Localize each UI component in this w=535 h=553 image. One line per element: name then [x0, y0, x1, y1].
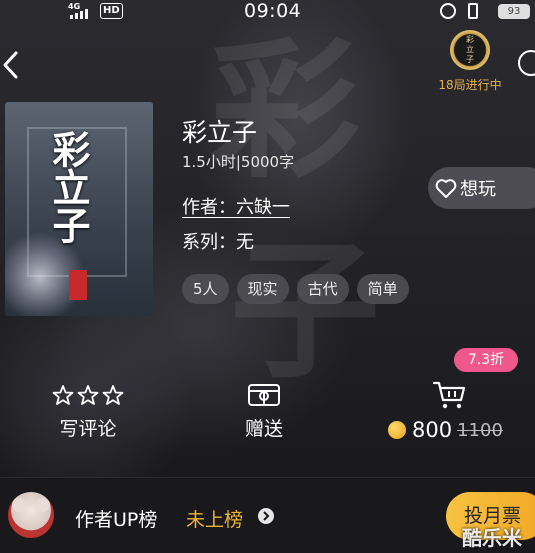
stars-icon	[46, 382, 130, 408]
tag-item[interactable]: 简单	[356, 274, 409, 304]
gift-button[interactable]: 赠送	[226, 382, 302, 441]
signal-icon	[70, 9, 88, 19]
gift-label: 赠送	[244, 418, 283, 440]
tag-item[interactable]: 5人	[182, 274, 229, 304]
game-progress-badge[interactable]: 彩 立 子 18局进行中	[430, 30, 510, 93]
alarm-icon	[440, 3, 456, 19]
status-time: 09:04	[244, 0, 302, 22]
price-display[interactable]: 800 1100	[388, 418, 503, 442]
battery-icon: 93	[498, 4, 530, 19]
heart-icon	[435, 179, 457, 198]
rank-label: 作者UP榜	[75, 509, 158, 531]
bottom-bar: 作者UP榜 未上榜 投月票	[0, 477, 535, 553]
cover-stamp	[69, 270, 87, 300]
hd-badge: HD	[100, 3, 123, 19]
series-label: 系列：无	[182, 232, 254, 253]
rank-status[interactable]: 未上榜	[186, 505, 243, 532]
badge-label: 18局进行中	[438, 78, 502, 92]
price-old: 1100	[457, 419, 503, 441]
discount-badge: 7.3折	[454, 348, 518, 372]
gift-icon	[226, 382, 302, 408]
price-now: 800	[412, 418, 453, 442]
book-meta: 1.5小时|5000字	[182, 153, 295, 171]
tag-item[interactable]: 现实	[236, 274, 289, 304]
author-link[interactable]: 作者：六缺一	[182, 193, 290, 219]
medal-text: 彩 立 子	[466, 35, 474, 64]
book-title: 彩立子	[182, 118, 258, 147]
book-cover: 彩立子	[5, 102, 153, 316]
review-label: 写评论	[59, 418, 117, 440]
want-label: 想玩	[460, 179, 496, 200]
watermark-text: 酷乐米	[462, 526, 522, 550]
cover-title: 彩立子	[46, 130, 91, 244]
cart-icon[interactable]	[432, 380, 466, 410]
medal-icon: 彩 立 子	[450, 30, 490, 70]
back-arrow-icon[interactable]	[2, 50, 20, 80]
tag-list: 5人 现实 古代 简单	[182, 274, 409, 304]
status-bar: 4G HD 09:04 93	[0, 0, 535, 24]
tag-item[interactable]: 古代	[296, 274, 349, 304]
vibrate-icon	[468, 3, 478, 19]
write-review-button[interactable]: 写评论	[46, 382, 130, 441]
want-to-play-button[interactable]: 想玩	[428, 167, 535, 209]
author-avatar[interactable]	[8, 492, 54, 538]
coin-icon	[388, 421, 406, 439]
chevron-right-icon[interactable]	[258, 508, 274, 524]
